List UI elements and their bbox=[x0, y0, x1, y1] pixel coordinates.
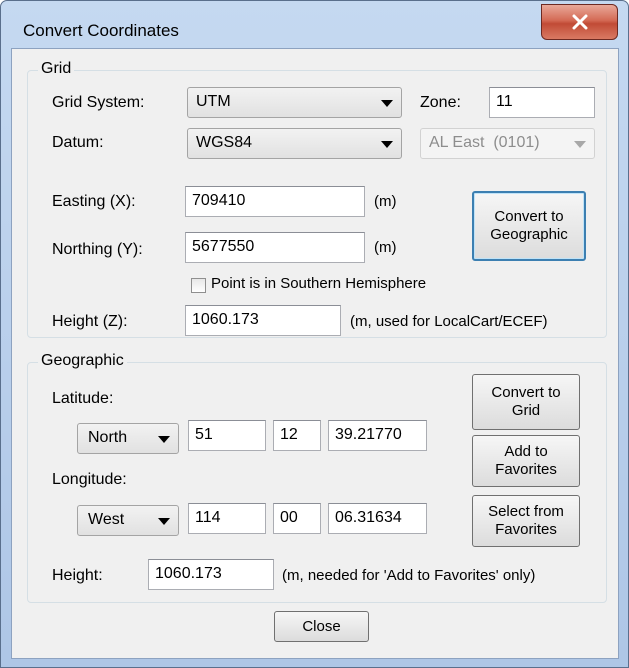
chevron-down-icon bbox=[158, 436, 170, 443]
state-plane-zone-select[interactable]: AL East (0101) bbox=[420, 128, 595, 159]
datum-label: Datum: bbox=[52, 134, 104, 151]
window-title: Convert Coordinates bbox=[23, 21, 179, 40]
northing-label: Northing (Y): bbox=[52, 241, 143, 258]
chevron-down-icon bbox=[381, 100, 393, 107]
easting-input[interactable]: 709410 bbox=[185, 186, 365, 217]
chevron-down-icon bbox=[158, 518, 170, 525]
add-to-favorites-line2: Favorites bbox=[495, 461, 557, 478]
grid-group-title: Grid bbox=[38, 60, 75, 78]
latitude-hemisphere-select[interactable]: North bbox=[77, 423, 179, 454]
datum-select[interactable]: WGS84 bbox=[187, 128, 402, 159]
geographic-height-input[interactable]: 1060.173 bbox=[148, 559, 274, 590]
grid-height-input[interactable]: 1060.173 bbox=[185, 305, 341, 336]
convert-to-grid-button[interactable]: Convert to Grid bbox=[472, 374, 580, 430]
longitude-label: Longitude: bbox=[52, 471, 127, 488]
grid-height-unit: (m, used for LocalCart/ECEF) bbox=[350, 313, 548, 330]
northing-unit: (m) bbox=[374, 239, 397, 256]
convert-to-geographic-line2: Geographic bbox=[490, 226, 568, 243]
latitude-seconds-input[interactable]: 39.21770 bbox=[328, 420, 427, 451]
geographic-height-label: Height: bbox=[52, 567, 103, 584]
latitude-degrees-input[interactable]: 51 bbox=[188, 420, 266, 451]
geographic-group-title: Geographic bbox=[38, 352, 127, 370]
grid-system-value: UTM bbox=[196, 93, 231, 110]
select-from-favorites-line1: Select from bbox=[488, 503, 564, 520]
datum-value: WGS84 bbox=[196, 134, 253, 151]
dialog-body: Grid Grid System: UTM Zone: 11 Datum: WG… bbox=[11, 48, 619, 659]
longitude-minutes-input[interactable]: 00 bbox=[273, 503, 321, 534]
southern-hemisphere-label: Point is in Southern Hemisphere bbox=[211, 275, 427, 292]
add-to-favorites-line1: Add to bbox=[504, 443, 548, 460]
select-from-favorites-button[interactable]: Select from Favorites bbox=[472, 495, 580, 547]
longitude-seconds-input[interactable]: 06.31634 bbox=[328, 503, 427, 534]
convert-to-geographic-button[interactable]: Convert to Geographic bbox=[472, 191, 586, 261]
southern-hemisphere-checkbox[interactable] bbox=[191, 278, 206, 293]
easting-unit: (m) bbox=[374, 193, 397, 210]
grid-system-label: Grid System: bbox=[52, 94, 145, 111]
grid-system-select[interactable]: UTM bbox=[187, 87, 402, 118]
latitude-hemisphere-value: North bbox=[88, 429, 128, 446]
zone-label: Zone: bbox=[420, 94, 461, 111]
convert-to-grid-line1: Convert to bbox=[491, 384, 561, 401]
latitude-label: Latitude: bbox=[52, 390, 114, 407]
chevron-down-icon bbox=[574, 141, 586, 148]
easting-label: Easting (X): bbox=[52, 193, 136, 210]
convert-to-grid-line2: Grid bbox=[511, 402, 541, 419]
convert-to-geographic-line1: Convert to bbox=[494, 208, 564, 225]
window-close-button[interactable] bbox=[541, 4, 618, 40]
add-to-favorites-button[interactable]: Add to Favorites bbox=[472, 435, 580, 487]
zone-input[interactable]: 11 bbox=[489, 87, 595, 118]
geographic-height-note: (m, needed for 'Add to Favorites' only) bbox=[282, 567, 536, 584]
select-from-favorites-line2: Favorites bbox=[495, 521, 557, 538]
close-icon bbox=[572, 14, 587, 30]
longitude-hemisphere-value: West bbox=[88, 511, 125, 528]
dialog-window: Convert Coordinates Grid Grid System: UT… bbox=[0, 0, 629, 668]
latitude-minutes-input[interactable]: 12 bbox=[273, 420, 321, 451]
close-button[interactable]: Close bbox=[274, 611, 369, 642]
longitude-hemisphere-select[interactable]: West bbox=[77, 505, 179, 536]
northing-input[interactable]: 5677550 bbox=[185, 232, 365, 263]
chevron-down-icon bbox=[381, 141, 393, 148]
grid-height-label: Height (Z): bbox=[52, 313, 128, 330]
state-plane-zone-value: AL East (0101) bbox=[429, 134, 540, 151]
longitude-degrees-input[interactable]: 114 bbox=[188, 503, 266, 534]
